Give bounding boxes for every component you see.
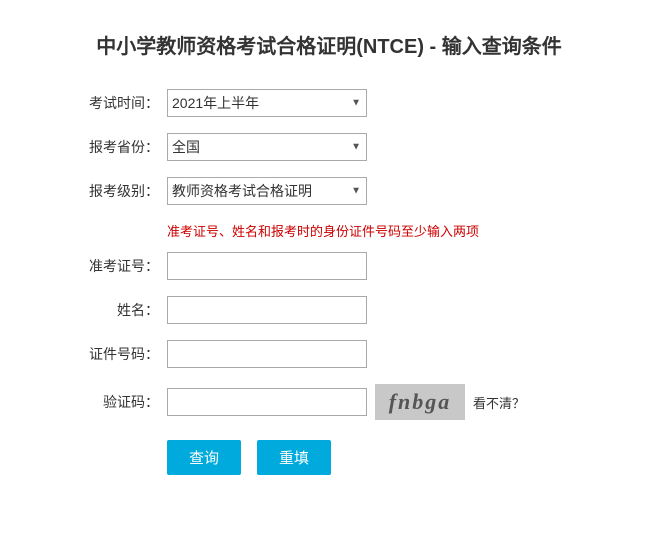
exam-time-control: 2021年上半年 2020年下半年 2020年上半年 — [167, 89, 589, 117]
exam-time-label: 考试时间 — [69, 93, 159, 113]
id-number-label: 证件号码 — [69, 344, 159, 364]
captcha-row: 验证码 fnbga 看不清？ — [69, 384, 589, 420]
id-number-control — [167, 340, 589, 368]
error-message: 准考证号、姓名和报考时的身份证件号码至少输入两项 — [167, 221, 589, 240]
name-row: 姓名 — [69, 296, 589, 324]
page-title: 中小学教师资格考试合格证明(NTCE) - 输入查询条件 — [30, 30, 628, 59]
query-button[interactable]: 查询 — [167, 440, 241, 475]
exam-province-label: 报考省份 — [69, 137, 159, 157]
captcha-control: fnbga 看不清？ — [167, 384, 589, 420]
exam-number-input[interactable] — [167, 252, 367, 280]
exam-number-label: 准考证号 — [69, 256, 159, 276]
page-wrapper: 中小学教师资格考试合格证明(NTCE) - 输入查询条件 考试时间 2021年上… — [0, 0, 658, 544]
name-control — [167, 296, 589, 324]
exam-province-control: 全国 北京 上海 广东 — [167, 133, 589, 161]
exam-level-select-wrapper: 教师资格考试合格证明 幼儿园 小学 初级中学 高级中学 — [167, 177, 367, 205]
exam-level-select[interactable]: 教师资格考试合格证明 幼儿园 小学 初级中学 高级中学 — [167, 177, 367, 205]
captcha-image[interactable]: fnbga — [375, 384, 465, 420]
exam-level-control: 教师资格考试合格证明 幼儿园 小学 初级中学 高级中学 — [167, 177, 589, 205]
captcha-text: fnbga — [389, 389, 452, 415]
exam-level-label: 报考级别 — [69, 181, 159, 201]
exam-level-row: 报考级别 教师资格考试合格证明 幼儿园 小学 初级中学 高级中学 — [69, 177, 589, 205]
name-label: 姓名 — [69, 300, 159, 320]
id-number-row: 证件号码 — [69, 340, 589, 368]
captcha-refresh-link[interactable]: 看不清？ — [473, 393, 525, 412]
exam-time-row: 考试时间 2021年上半年 2020年下半年 2020年上半年 — [69, 89, 589, 117]
exam-time-select[interactable]: 2021年上半年 2020年下半年 2020年上半年 — [167, 89, 367, 117]
exam-province-select[interactable]: 全国 北京 上海 广东 — [167, 133, 367, 161]
exam-number-control — [167, 252, 589, 280]
button-row: 查询 重填 — [167, 440, 589, 475]
captcha-label: 验证码 — [69, 392, 159, 412]
exam-province-select-wrapper: 全国 北京 上海 广东 — [167, 133, 367, 161]
reset-button[interactable]: 重填 — [257, 440, 331, 475]
exam-province-row: 报考省份 全国 北京 上海 广东 — [69, 133, 589, 161]
captcha-input[interactable] — [167, 388, 367, 416]
id-number-input[interactable] — [167, 340, 367, 368]
exam-number-row: 准考证号 — [69, 252, 589, 280]
exam-time-select-wrapper: 2021年上半年 2020年下半年 2020年上半年 — [167, 89, 367, 117]
name-input[interactable] — [167, 296, 367, 324]
form-container: 考试时间 2021年上半年 2020年下半年 2020年上半年 报考省份 全国 — [69, 89, 589, 475]
